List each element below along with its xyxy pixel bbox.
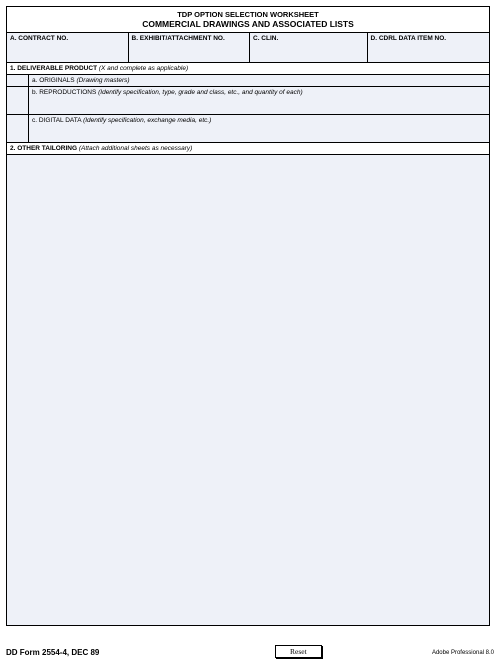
form-number: DD Form 2554-4, DEC 89	[6, 648, 99, 657]
label-1a: a. ORIGINALS (Drawing masters)	[29, 75, 489, 86]
section1-hint: (X and complete as applicable)	[99, 65, 188, 72]
section2-header: 2. OTHER TAILORING (Attach additional sh…	[7, 143, 489, 155]
cell-contract-no[interactable]: A. CONTRACT NO.	[7, 33, 129, 62]
hint-1a: (Drawing masters)	[76, 77, 129, 84]
hint-1b: (Identify specification, type, grade and…	[98, 89, 303, 96]
footer: DD Form 2554-4, DEC 89 Adobe Professiona…	[6, 648, 494, 657]
section1-label: 1. DELIVERABLE PRODUCT	[10, 65, 97, 72]
check-1b[interactable]	[7, 87, 29, 114]
reset-button[interactable]: Reset	[275, 645, 322, 658]
form-container: TDP OPTION SELECTION WORKSHEET COMMERCIA…	[6, 6, 490, 626]
label-1c[interactable]: c. DIGITAL DATA (Identify specification,…	[29, 115, 489, 142]
form-header: TDP OPTION SELECTION WORKSHEET COMMERCIA…	[7, 7, 489, 33]
labeltxt-1b: REPRODUCTIONS	[39, 89, 96, 96]
label-1b[interactable]: b. REPRODUCTIONS (Identify specification…	[29, 87, 489, 114]
check-1a[interactable]	[7, 75, 29, 86]
section2-hint: (Attach additional sheets as necessary)	[79, 145, 192, 152]
section1-header: 1. DELIVERABLE PRODUCT (X and complete a…	[7, 63, 489, 75]
row-1a: a. ORIGINALS (Drawing masters)	[7, 75, 489, 87]
cell-exhibit-attachment-no[interactable]: B. EXHIBIT/ATTACHMENT NO.	[129, 33, 251, 62]
letter-1b: b.	[32, 89, 37, 96]
labeltxt-1a: ORIGINALS	[39, 77, 74, 84]
cell-b-label: B. EXHIBIT/ATTACHMENT NO.	[132, 35, 247, 42]
top-row: A. CONTRACT NO. B. EXHIBIT/ATTACHMENT NO…	[7, 33, 489, 63]
letter-1c: c.	[32, 117, 37, 124]
check-1c[interactable]	[7, 115, 29, 142]
row-1b: b. REPRODUCTIONS (Identify specification…	[7, 87, 489, 115]
other-tailoring-area[interactable]	[7, 155, 489, 625]
hint-1c: (Identify specification, exchange media,…	[83, 117, 211, 124]
cell-d-label: D. CDRL DATA ITEM NO.	[371, 35, 487, 42]
cell-cdrl-data-item-no[interactable]: D. CDRL DATA ITEM NO.	[368, 33, 490, 62]
section2-label: 2. OTHER TAILORING	[10, 145, 77, 152]
row-1c: c. DIGITAL DATA (Identify specification,…	[7, 115, 489, 143]
header-title: TDP OPTION SELECTION WORKSHEET	[7, 10, 489, 19]
cell-a-label: A. CONTRACT NO.	[10, 35, 125, 42]
letter-1a: a.	[32, 77, 37, 84]
header-subtitle: COMMERCIAL DRAWINGS AND ASSOCIATED LISTS	[7, 19, 489, 29]
cell-c-label: C. CLIN.	[253, 35, 364, 42]
labeltxt-1c: DIGITAL DATA	[39, 117, 81, 124]
cell-clin[interactable]: C. CLIN.	[250, 33, 368, 62]
